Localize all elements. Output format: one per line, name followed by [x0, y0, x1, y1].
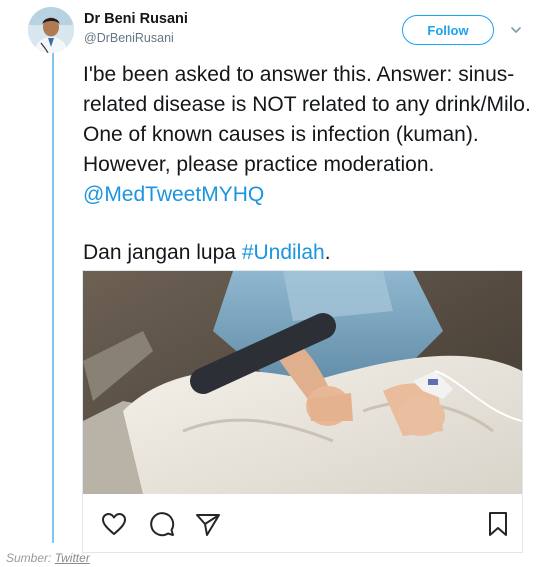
share-icon[interactable] [193, 509, 223, 539]
heart-icon[interactable] [99, 509, 129, 539]
author-name[interactable]: Dr Beni Rusani [84, 11, 188, 27]
bookmark-icon[interactable] [483, 509, 513, 539]
mention-link[interactable]: @MedTweetMYHQ [83, 183, 264, 206]
tweet-line2-prefix: Dan jangan lupa [83, 241, 236, 264]
tweet-paragraph-1: I'be been asked to answer this. Answer: … [83, 60, 549, 210]
tweet-body-text: I'be been asked to answer this. Answer: … [83, 63, 531, 176]
doctor-avatar-icon [28, 7, 74, 53]
hospital-bed-photo[interactable] [83, 271, 522, 494]
comment-icon[interactable] [147, 509, 177, 539]
follow-button[interactable]: Follow [402, 15, 494, 45]
source-label: Sumber: [6, 551, 52, 565]
author-handle[interactable]: @DrBeniRusani [84, 31, 174, 45]
tweet-paragraph-2: Dan jangan lupa #Undilah. [83, 238, 549, 268]
source-link[interactable]: Twitter [55, 551, 90, 565]
tweet-line2-suffix: . [324, 241, 331, 264]
tweet-text: I'be been asked to answer this. Answer: … [83, 60, 549, 268]
avatar[interactable] [28, 7, 74, 53]
chevron-down-icon[interactable] [510, 24, 522, 36]
hashtag-link[interactable]: #Undilah [242, 241, 325, 264]
source-caption: Sumber: Twitter [6, 551, 90, 565]
thread-line [52, 50, 54, 543]
media-card[interactable] [82, 270, 523, 553]
media-action-bar [83, 503, 522, 543]
